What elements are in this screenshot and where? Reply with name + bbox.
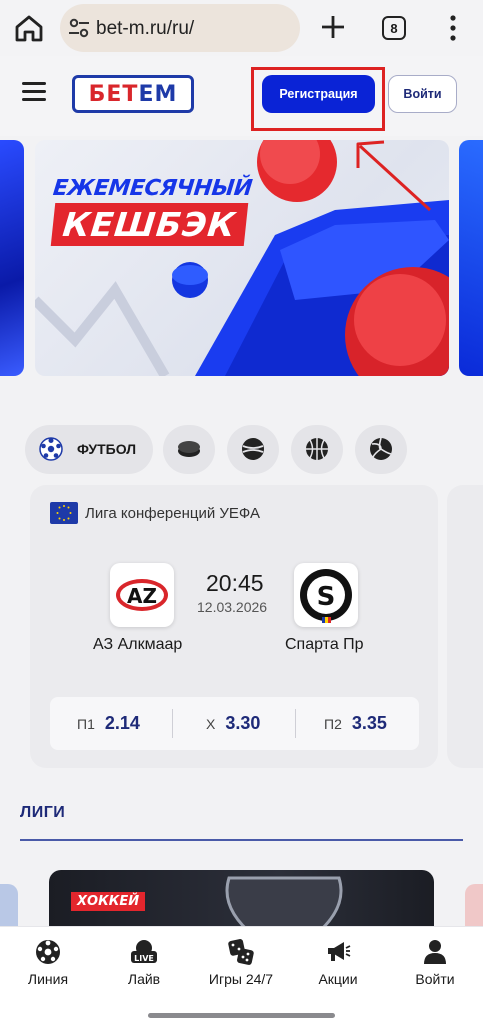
- svg-text:S: S: [317, 582, 336, 612]
- banner-title-line1: ЕЖЕМЕСЯЧНЫЙ: [51, 176, 254, 201]
- live-icon: LIVE: [131, 940, 157, 963]
- more-vert-icon[interactable]: [448, 14, 458, 42]
- logo-part-1: БЕТ: [88, 81, 139, 107]
- odd-home-win[interactable]: П1 2.14: [77, 697, 140, 750]
- gesture-home-indicator[interactable]: [148, 1013, 335, 1018]
- odd-away-win[interactable]: П2 3.35: [324, 697, 387, 750]
- nav-line[interactable]: Линия: [0, 935, 96, 995]
- football-icon: [36, 940, 60, 964]
- nav-line-label: Линия: [27, 971, 69, 987]
- volleyball-icon: [370, 437, 392, 460]
- nav-promos[interactable]: Акции: [290, 935, 386, 995]
- new-tab-icon[interactable]: [320, 14, 346, 40]
- odd-value: 3.35: [351, 713, 387, 733]
- home-icon[interactable]: [14, 14, 44, 42]
- odd-label: П1: [77, 715, 95, 732]
- next-match-card[interactable]: [447, 485, 483, 768]
- nav-login[interactable]: Войти: [387, 935, 483, 995]
- sport-tab-football[interactable]: ФУТБОЛ: [25, 425, 153, 474]
- odd-draw[interactable]: Х 3.30: [206, 697, 260, 750]
- hockey-puck-icon: [178, 441, 200, 457]
- basketball-icon: [306, 438, 328, 460]
- eu-flag-icon: [50, 502, 78, 524]
- nav-promos-label: Акции: [318, 971, 358, 987]
- nav-live[interactable]: LIVE Лайв: [96, 935, 192, 995]
- bottom-navigation: Линия LIVE Лайв Игры 24/7 Акции Войти: [0, 926, 483, 1024]
- nav-live-label: Лайв: [127, 971, 161, 987]
- banner-title-line2: КЕШБЭК: [50, 203, 248, 246]
- user-icon: [424, 940, 446, 964]
- megaphone-icon: [328, 942, 351, 961]
- odds-bar: П1 2.14 Х 3.30 П2 3.35: [50, 697, 419, 750]
- away-team-logo: S: [294, 563, 358, 627]
- url-text: bet-m.ru/ru/: [96, 18, 195, 39]
- menu-icon[interactable]: [22, 82, 46, 102]
- sport-tab-hockey[interactable]: [163, 425, 215, 474]
- site-logo[interactable]: БЕТЕМ: [72, 75, 194, 113]
- svg-text:LIVE: LIVE: [134, 954, 154, 963]
- browser-toolbar: bet-m.ru/ru/ 8: [0, 0, 483, 56]
- match-date: 12.03.2026: [197, 599, 268, 615]
- dice-icon: [228, 939, 254, 965]
- sport-tab-basketball[interactable]: [291, 425, 343, 474]
- sport-tab-volleyball[interactable]: [355, 425, 407, 474]
- logo-part-2: ЕМ: [138, 81, 178, 107]
- league-name[interactable]: Лига конференций УЕФА: [85, 505, 260, 522]
- banner-prev-slide[interactable]: [0, 140, 24, 376]
- away-team-name: Спарта Пр: [285, 636, 364, 653]
- nav-login-label: Войти: [415, 971, 455, 987]
- svg-text:AZ: AZ: [127, 584, 157, 608]
- tennis-ball-icon: [242, 438, 264, 460]
- sport-tab-tennis[interactable]: [227, 425, 279, 474]
- nav-games[interactable]: Игры 24/7: [193, 935, 289, 995]
- home-team-name: АЗ Алкмаар: [93, 636, 183, 653]
- banner-next-slide[interactable]: [459, 140, 483, 376]
- address-bar[interactable]: bet-m.ru/ru/: [60, 4, 300, 52]
- home-team-logo: AZ: [110, 563, 174, 627]
- sport-tab-football-label: ФУТБОЛ: [77, 441, 137, 457]
- nav-games-label: Игры 24/7: [208, 971, 274, 987]
- odd-label: П2: [324, 715, 342, 732]
- odd-value: 2.14: [104, 713, 140, 733]
- odd-value: 3.30: [225, 713, 261, 733]
- odds-divider: [172, 709, 173, 738]
- annotation-arrow: [356, 140, 432, 212]
- tab-switcher-button[interactable]: 8: [382, 16, 406, 40]
- leagues-section-title: ЛИГИ: [20, 804, 66, 821]
- football-icon: [39, 437, 63, 461]
- match-time: 20:45: [206, 570, 264, 596]
- screen: bet-m.ru/ru/ 8 БЕТЕМ Регистрация Войти Е…: [0, 0, 483, 1024]
- odds-divider: [295, 709, 296, 738]
- odd-label: Х: [206, 715, 216, 732]
- site-settings-icon[interactable]: [68, 18, 90, 38]
- login-button[interactable]: Войти: [388, 75, 457, 113]
- annotation-highlight-box: [251, 67, 385, 131]
- section-divider: [20, 839, 463, 841]
